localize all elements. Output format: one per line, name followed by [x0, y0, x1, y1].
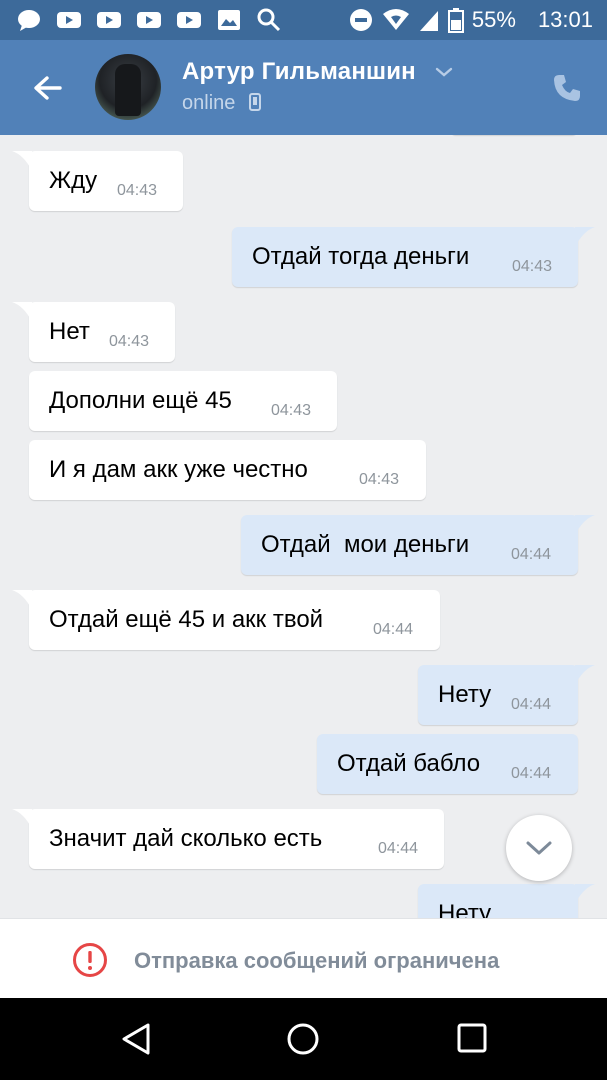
wifi-icon	[382, 9, 409, 30]
message-bubble-outgoing[interactable]: Отдай мои деньги 04:44	[241, 515, 595, 575]
chat-bubble-icon	[18, 10, 40, 31]
message-text: Отдай мои деньги	[261, 531, 470, 558]
message-text: Отдай тогда деньги	[252, 243, 470, 270]
message-text: Жду	[49, 167, 98, 194]
home-circle-icon[interactable]	[286, 1022, 320, 1056]
message-bubble-incoming[interactable]: Жду 04:43	[12, 151, 183, 211]
message-text: Отдай бабло	[337, 750, 481, 777]
youtube-icon	[137, 12, 161, 28]
do-not-disturb-icon	[349, 9, 372, 31]
avatar[interactable]	[95, 54, 161, 120]
online-status-text: online	[182, 92, 236, 114]
message-bubble-incoming[interactable]: Отдай ещё 45 и акк твой 04:44	[12, 590, 440, 650]
scroll-to-bottom-button[interactable]	[506, 815, 572, 881]
mobile-device-icon	[248, 93, 261, 111]
message-time: 04:43	[359, 471, 400, 488]
message-time: 04:44	[511, 546, 552, 563]
bubble-tail	[12, 151, 32, 171]
youtube-icon	[97, 12, 121, 28]
clock: 13:01	[537, 7, 593, 32]
message-bubble-outgoing[interactable]: Отдай бабло 04:44	[317, 734, 578, 794]
youtube-icon	[177, 12, 201, 28]
signal-icon	[419, 11, 438, 31]
back-arrow-icon[interactable]	[30, 70, 66, 106]
phone-call-icon[interactable]	[551, 72, 583, 104]
chevron-down-icon	[526, 841, 552, 855]
youtube-icon	[57, 12, 81, 28]
message-text: Нету	[438, 681, 492, 708]
system-status: 55% 13:01	[348, 0, 593, 40]
message-time: 04:44	[378, 840, 419, 857]
chevron-down-icon[interactable]	[434, 66, 454, 78]
contact-status: online	[182, 92, 261, 115]
bubble-tail	[575, 665, 595, 685]
message-time: 04:44	[511, 696, 552, 713]
message-bubble-outgoing[interactable]: Отдай тогда деньги 04:43	[232, 227, 595, 287]
image-icon	[218, 10, 240, 30]
message-text: И я дам акк уже честно	[49, 456, 308, 483]
message-text: Нет	[49, 318, 90, 345]
back-triangle-icon[interactable]	[120, 1022, 152, 1056]
chat-header: Артур Гильманшин online	[0, 40, 607, 135]
restriction-text: Отправка сообщений ограничена	[134, 948, 500, 973]
message-text: Значит дай сколько есть	[49, 825, 323, 852]
battery-icon	[447, 8, 464, 33]
message-bubble-outgoing[interactable]: Нету 04:44	[418, 665, 595, 725]
bubble-tail	[575, 884, 595, 904]
contact-name[interactable]: Артур Гильманшин	[182, 58, 416, 86]
message-time: 04:43	[109, 333, 150, 350]
message-time: 04:43	[512, 258, 553, 275]
notification-icons	[16, 7, 282, 33]
message-list[interactable]: Жду 04:43 Отдай тогда деньги 04:43 Нет 0…	[0, 135, 607, 918]
messaging-restricted-bar: Отправка сообщений ограничена	[0, 918, 607, 999]
status-bar: 55% 13:01	[0, 0, 607, 40]
message-bubble-incoming[interactable]: И я дам акк уже честно 04:43	[29, 440, 426, 500]
message-time: 04:44	[373, 621, 414, 638]
message-bubble-outgoing[interactable]: Нету	[418, 884, 595, 918]
bubble-tail	[12, 809, 32, 829]
message-bubble-incoming[interactable]: Дополни ещё 45 04:43	[29, 371, 337, 431]
bubble-tail	[12, 590, 32, 610]
bubble-tail	[12, 302, 32, 322]
message-time: 04:43	[271, 402, 312, 419]
bubble-tail	[575, 227, 595, 247]
bubble-tail	[575, 515, 595, 535]
message-text: Дополни ещё 45	[49, 387, 232, 414]
message-bubble-incoming[interactable]: Значит дай сколько есть 04:44	[12, 809, 444, 869]
message-bubble-incoming[interactable]: Нет 04:43	[12, 302, 175, 362]
message-text: Нету	[438, 900, 492, 918]
message-time: 04:43	[117, 182, 158, 199]
warning-icon	[73, 943, 107, 977]
battery-percent: 55%	[471, 7, 516, 32]
message-time: 04:44	[511, 765, 552, 782]
search-icon	[257, 8, 281, 32]
navigation-bar	[0, 998, 607, 1080]
recents-square-icon[interactable]	[456, 1022, 488, 1054]
message-text: Отдай ещё 45 и акк твой	[49, 606, 324, 633]
